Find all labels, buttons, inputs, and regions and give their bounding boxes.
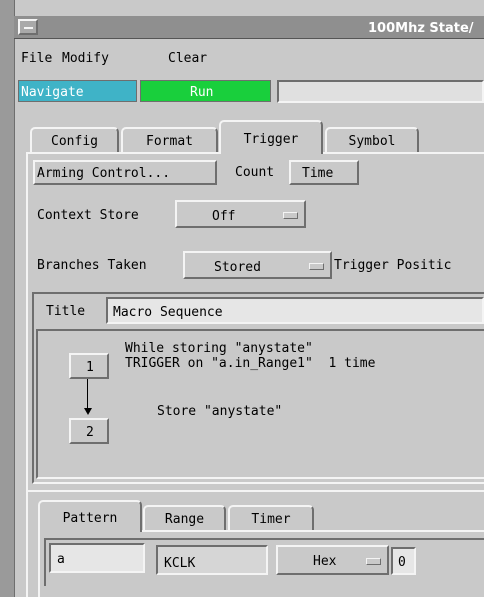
sequence-title-value: Macro Sequence xyxy=(113,305,223,320)
option-indicator-icon xyxy=(309,263,324,270)
step-1-line-2: TRIGGER on "a.in_Range1" 1 time xyxy=(125,356,376,371)
count-label: Count xyxy=(235,165,275,180)
tab-pattern[interactable]: Pattern xyxy=(38,500,142,532)
sequence-title-input[interactable]: Macro Sequence xyxy=(106,297,484,324)
menu-clear[interactable]: Clear xyxy=(168,52,207,65)
minus-icon xyxy=(24,27,33,29)
tab-config-label: Config xyxy=(51,133,98,149)
pattern-name-value: a xyxy=(57,552,65,567)
sequence-step-1-button[interactable]: 1 xyxy=(69,353,109,379)
tab-range[interactable]: Range xyxy=(143,505,226,531)
branches-taken-value: Stored xyxy=(214,260,261,275)
pattern-clock-value: KCLK xyxy=(164,556,196,571)
pattern-base-select[interactable]: Hex xyxy=(276,545,389,575)
count-time-button[interactable]: Time xyxy=(289,160,359,185)
step-2-line-1: Store "anystate" xyxy=(157,404,283,419)
tab-config[interactable]: Config xyxy=(30,127,119,153)
tab-range-label: Range xyxy=(164,511,205,527)
window-frame xyxy=(0,0,15,597)
pattern-value-text: 0 xyxy=(398,555,406,570)
sequence-title-label: Title xyxy=(46,304,86,319)
window-menu-button[interactable] xyxy=(18,19,38,35)
tab-timer-label: Timer xyxy=(251,511,291,527)
branches-taken-select[interactable]: Stored xyxy=(183,251,332,279)
pattern-value-input[interactable]: 0 xyxy=(391,547,416,575)
option-indicator-icon xyxy=(283,212,298,219)
context-store-label: Context Store xyxy=(37,208,139,223)
pattern-clock-field[interactable]: KCLK xyxy=(156,545,268,575)
status-field xyxy=(277,80,484,103)
tab-pattern-label: Pattern xyxy=(62,511,118,526)
trigger-position-label: Trigger Positic xyxy=(334,258,452,273)
sequence-connector-line xyxy=(87,379,88,409)
tab-format-label: Format xyxy=(146,133,193,149)
run-label: Run xyxy=(190,85,214,100)
tab-symbol[interactable]: Symbol xyxy=(325,127,419,153)
menu-modify[interactable]: Modify xyxy=(62,52,109,65)
step-1-number: 1 xyxy=(86,360,94,375)
branches-taken-label: Branches Taken xyxy=(37,258,147,273)
navigate-label: Navigate xyxy=(21,85,84,100)
context-store-select[interactable]: Off xyxy=(175,200,306,228)
context-store-value: Off xyxy=(212,209,236,224)
sequence-step-2-button[interactable]: 2 xyxy=(69,418,109,444)
tab-symbol-label: Symbol xyxy=(348,133,396,149)
arrow-down-icon xyxy=(84,408,92,415)
tab-timer[interactable]: Timer xyxy=(228,505,314,531)
count-time-label: Time xyxy=(302,166,334,181)
arming-control-label: Arming Control... xyxy=(37,166,171,181)
navigate-button[interactable]: Navigate xyxy=(18,80,137,102)
tab-trigger-label: Trigger xyxy=(243,132,299,147)
step-2-number: 2 xyxy=(86,425,94,440)
menu-file[interactable]: File xyxy=(21,52,52,65)
run-button[interactable]: Run xyxy=(140,80,271,102)
arming-control-button[interactable]: Arming Control... xyxy=(33,160,217,185)
tab-trigger[interactable]: Trigger xyxy=(219,120,323,154)
option-indicator-icon xyxy=(366,558,381,565)
window-title: 100Mhz State/ xyxy=(368,21,474,36)
pattern-base-value: Hex xyxy=(313,554,337,569)
pattern-name-input[interactable]: a xyxy=(49,543,145,573)
tab-format[interactable]: Format xyxy=(121,127,218,153)
step-1-line-1: While storing "anystate" xyxy=(125,341,313,356)
